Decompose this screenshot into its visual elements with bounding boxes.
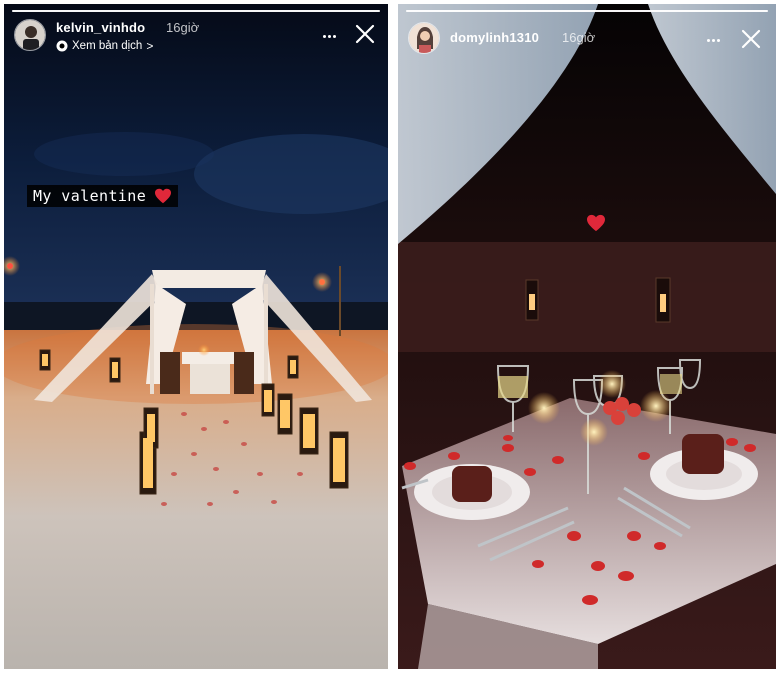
story-photo-dinner-table bbox=[398, 4, 776, 669]
avatar[interactable] bbox=[14, 19, 46, 51]
heart-icon bbox=[587, 214, 605, 232]
story-progress-bar bbox=[406, 10, 768, 12]
more-horizontal-icon bbox=[706, 38, 710, 42]
post-time: 16giờ bbox=[166, 20, 200, 35]
story-right[interactable]: domylinh1310 16giờ bbox=[398, 4, 776, 669]
story-header: domylinh1310 16giờ bbox=[408, 16, 768, 56]
story-header: kelvin_vinhdo 16giờ Xem bản dịch > bbox=[14, 16, 380, 56]
translate-icon bbox=[56, 40, 68, 52]
close-icon[interactable] bbox=[738, 26, 764, 52]
story-photo-beach bbox=[4, 4, 388, 669]
story-progress-bar bbox=[12, 10, 380, 12]
story-left[interactable]: kelvin_vinhdo 16giờ Xem bản dịch > My va… bbox=[4, 4, 388, 669]
translate-link[interactable]: Xem bản dịch > bbox=[56, 38, 153, 54]
heart-icon bbox=[155, 188, 172, 204]
sticker-text: My valentine bbox=[33, 187, 147, 205]
story-progress-fill bbox=[406, 10, 768, 12]
chevron-right-icon: > bbox=[146, 39, 154, 53]
more-options-button[interactable] bbox=[702, 30, 724, 50]
avatar[interactable] bbox=[408, 22, 440, 54]
close-icon[interactable] bbox=[352, 21, 378, 47]
text-sticker: My valentine bbox=[27, 185, 179, 207]
translate-label: Xem bản dịch bbox=[72, 40, 143, 52]
more-horizontal-icon bbox=[322, 34, 326, 38]
more-options-button[interactable] bbox=[318, 26, 340, 46]
username[interactable]: domylinh1310 bbox=[450, 30, 539, 45]
username[interactable]: kelvin_vinhdo bbox=[56, 20, 145, 35]
story-progress-fill bbox=[12, 10, 380, 12]
post-time: 16giờ bbox=[562, 30, 596, 45]
